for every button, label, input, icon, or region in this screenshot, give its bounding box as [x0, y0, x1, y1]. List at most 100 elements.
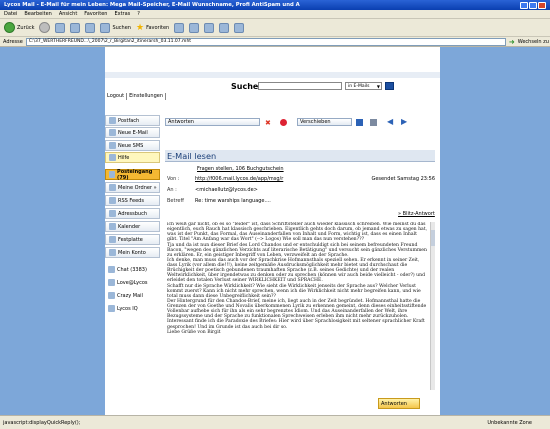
addressbook-icon	[109, 210, 116, 217]
settings-link[interactable]: Einstellungen	[127, 93, 167, 100]
to-value: <michaellutz@lycos.de>	[195, 187, 258, 193]
mail-body: ich weiß gar nicht, ob es so "leider" is…	[167, 222, 428, 335]
sidebar-item-chat[interactable]: Chat (3383)	[105, 264, 160, 275]
edit-icon[interactable]	[219, 22, 230, 33]
from-row: Von : http://f006.mail.lycos.de/app/msg/…	[167, 176, 435, 182]
sidebar-item-label: Posteingang (79)	[117, 168, 153, 181]
menu-item-help[interactable]: ?	[137, 11, 140, 17]
sidebar-item-label: Crazy Mail	[117, 292, 143, 299]
sidebar-item-love[interactable]: Love@Lycos	[105, 277, 160, 288]
favorites-label: Favoriten	[146, 24, 170, 31]
subject-link[interactable]: Fragen stellen, 106 Buchgutschein	[197, 166, 284, 172]
sidebar-item-new-sms[interactable]: Neue SMS	[105, 140, 160, 151]
sidebar-item-label: Festplatte	[118, 236, 143, 243]
menu-item-favorites[interactable]: Favoriten	[84, 11, 107, 17]
sidebar-item-rss-feeds[interactable]: RSS Feeds	[105, 195, 160, 206]
stop-icon[interactable]	[55, 22, 66, 33]
spam-icon[interactable]	[280, 119, 287, 126]
logout-link[interactable]: Logout	[105, 93, 128, 100]
move-go-icon[interactable]	[356, 119, 363, 126]
menu-item-view[interactable]: Ansicht	[59, 11, 77, 17]
history-icon[interactable]	[174, 22, 185, 33]
disk-icon	[109, 236, 116, 243]
refresh-icon[interactable]	[70, 22, 81, 33]
to-label: An :	[167, 187, 177, 193]
sidebar-item-my-folders[interactable]: Meine Ordner »	[105, 182, 160, 193]
sidebar-item-storage[interactable]: Festplatte	[105, 234, 160, 245]
quick-reply-link[interactable]: » Blitz-Antwort	[398, 211, 435, 217]
sidebar-item-inbox[interactable]: Posteingang (79)	[105, 168, 160, 181]
window-titlebar: Lycos Mail - E-Mail für mein Leben: Mega…	[0, 0, 550, 10]
sidebar-item-calendar[interactable]: Kalender	[105, 221, 160, 232]
next-arrow-icon[interactable]: ▶	[401, 117, 408, 126]
sidebar-item-label: Love@Lycos	[117, 279, 148, 286]
close-button[interactable]	[538, 1, 546, 9]
search-toolbar-button[interactable]: Suchen	[100, 22, 131, 33]
bottom-reply-button[interactable]: Antworten	[378, 398, 420, 409]
chevron-down-icon: ▼	[376, 83, 380, 89]
home-icon[interactable]	[85, 22, 96, 33]
sidebar: Postfach Neue E-Mail Neue SMS Hilfe Post…	[105, 112, 163, 412]
mail-action-toolbar: Antworten ✖ Verschieben ◀ ▶	[165, 112, 435, 142]
mail-read-heading: E-Mail lesen	[165, 150, 435, 162]
from-label: Von :	[167, 176, 180, 182]
back-label: Zurück	[17, 24, 35, 31]
sidebar-item-label: RSS Feeds	[118, 197, 144, 204]
prev-arrow-icon[interactable]: ◀	[387, 117, 394, 126]
sidebar-item-lycos-iq[interactable]: Lycos IQ	[105, 303, 160, 314]
menu-item-file[interactable]: Datei	[4, 11, 17, 17]
sidebar-item-label: Postfach	[118, 117, 140, 124]
sidebar-item-label: Mein Konto	[118, 249, 146, 256]
iq-icon	[108, 305, 115, 312]
sidebar-item-label: Hilfe	[118, 154, 130, 161]
search-icon	[100, 22, 111, 33]
status-text: javascript:displayQuickReply();	[3, 419, 81, 426]
menu-item-edit[interactable]: Bearbeiten	[24, 11, 51, 17]
search-input[interactable]	[258, 82, 342, 90]
forward-button[interactable]	[39, 22, 51, 33]
back-button[interactable]: Zurück	[4, 22, 34, 33]
sidebar-item-addressbook[interactable]: Adressbuch	[105, 208, 160, 219]
mail-body-scrollbar[interactable]	[430, 222, 435, 390]
bottom-reply-label: Antworten	[381, 400, 407, 407]
from-value[interactable]: http://f006.mail.lycos.de/app/msg/r	[195, 176, 283, 182]
print-mail-icon[interactable]	[370, 119, 377, 126]
reply-button[interactable]: Antworten	[165, 118, 260, 126]
search-scope-select[interactable]: in E-Mails ▼	[345, 82, 382, 90]
zone-label: Unbekannte Zone	[487, 419, 532, 426]
sidebar-item-postfach[interactable]: Postfach	[105, 115, 160, 126]
print-icon[interactable]	[204, 22, 215, 33]
sidebar-item-label: Neue SMS	[118, 142, 144, 149]
sidebar-item-account[interactable]: Mein Konto	[105, 247, 160, 258]
star-icon: ★	[135, 22, 145, 33]
favorites-button[interactable]: ★ Favoriten	[136, 23, 169, 33]
minimize-button[interactable]	[520, 1, 528, 9]
crazy-mail-icon	[108, 292, 115, 299]
scrollbar-thumb[interactable]	[431, 230, 435, 246]
move-button[interactable]: Verschieben	[297, 118, 352, 126]
search-scope-value: in E-Mails	[348, 83, 370, 89]
sidebar-item-help[interactable]: Hilfe	[105, 152, 160, 163]
mail-icon[interactable]	[189, 22, 200, 33]
mail-read-title: E-Mail lesen	[167, 150, 217, 161]
forward-arrow-icon	[39, 22, 51, 33]
subject-label: Betreff	[167, 198, 184, 204]
header-stripe	[105, 72, 440, 78]
help-icon	[109, 154, 116, 161]
back-arrow-icon	[4, 22, 15, 33]
maximize-button[interactable]	[529, 1, 537, 9]
search-toolbar-label: Suchen	[112, 24, 131, 31]
go-arrow-icon[interactable]: ➜	[509, 38, 515, 46]
address-input[interactable]: C:\37_WERTHERFREUND...\_2007\2_r_Birgita…	[25, 37, 506, 46]
messenger-icon[interactable]	[234, 22, 245, 33]
account-icon	[109, 249, 116, 256]
chat-icon	[108, 266, 115, 273]
sidebar-item-new-mail[interactable]: Neue E-Mail	[105, 127, 160, 138]
delete-icon[interactable]: ✖	[265, 119, 272, 127]
calendar-icon	[109, 223, 116, 230]
go-label[interactable]: Wechseln zu	[518, 39, 549, 45]
sidebar-item-crazy-mail[interactable]: Crazy Mail	[105, 290, 160, 301]
search-go-button[interactable]	[385, 82, 394, 90]
sidebar-item-label: Adressbuch	[118, 210, 147, 217]
menu-item-tools[interactable]: Extras	[114, 11, 130, 17]
